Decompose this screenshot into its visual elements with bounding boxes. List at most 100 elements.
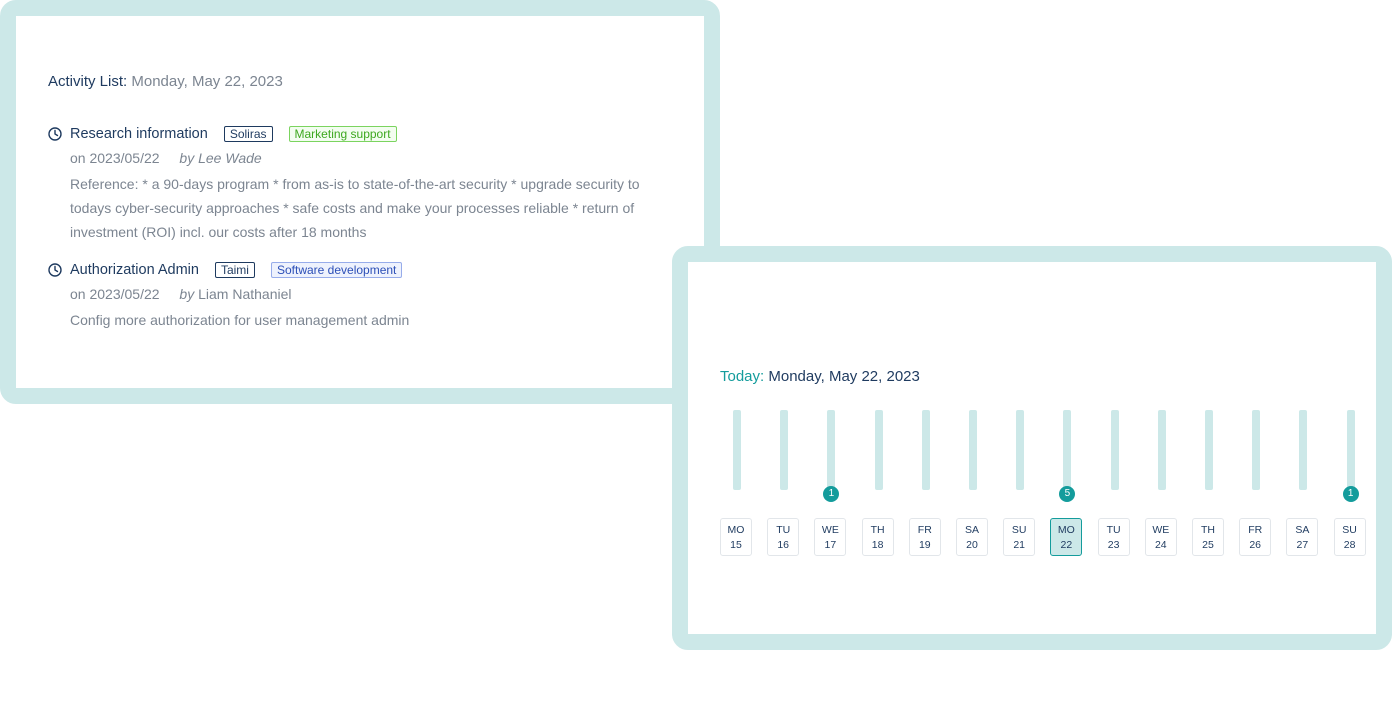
day-number: 23: [1107, 539, 1120, 551]
activity-count-badge: 1: [823, 486, 840, 502]
day-column[interactable]: TU 23: [1097, 408, 1132, 558]
day-chip[interactable]: SA 20: [956, 518, 988, 556]
day-activity-bar: [1016, 410, 1025, 490]
day-abbr: TH: [870, 524, 885, 536]
activity-list-date: Monday, May 22, 2023: [131, 73, 283, 90]
activity-title[interactable]: Authorization Admin: [70, 262, 199, 278]
day-column[interactable]: TU 16: [767, 408, 801, 558]
day-abbr: SU: [1011, 524, 1027, 536]
day-activity-bar: [1205, 410, 1213, 490]
day-chip[interactable]: TU 16: [767, 518, 800, 556]
category-tag[interactable]: Marketing support: [288, 126, 397, 142]
day-number: 17: [824, 539, 837, 551]
clock-icon: [48, 127, 62, 141]
day-column[interactable]: SA 20: [956, 408, 990, 558]
day-abbr: TU: [1106, 524, 1121, 536]
day-number: 28: [1343, 539, 1356, 551]
day-abbr: FR: [1248, 524, 1263, 536]
day-activity-bar: [827, 410, 836, 490]
activity-meta: on 2023/05/22 by Lee Wade: [70, 148, 688, 168]
day-abbr: WE: [821, 524, 839, 536]
day-number: 22: [1060, 539, 1073, 551]
day-abbr: TH: [1201, 524, 1215, 536]
day-activity-bar: [1252, 410, 1261, 490]
activity-list-title: Activity List: Monday, May 22, 2023: [48, 73, 283, 90]
day-activity-bar: [1157, 410, 1166, 490]
day-number: 20: [966, 539, 978, 551]
activity-description: Reference: * a 90-days program * from as…: [70, 176, 640, 240]
day-column[interactable]: WE 24: [1144, 408, 1179, 558]
person-tag[interactable]: Taimi: [214, 262, 255, 278]
day-activity-bar: [969, 410, 977, 490]
day-abbr: WE: [1152, 524, 1170, 536]
day-column[interactable]: SA 27: [1286, 408, 1320, 558]
activity-item[interactable]: Authorization Admin Taimi Software devel…: [48, 260, 688, 332]
activity-date: on 2023/05/22: [70, 150, 160, 166]
author-name: Lee Wade: [198, 150, 262, 166]
day-activity-bar: [733, 410, 741, 490]
day-chip[interactable]: MO 22: [1050, 518, 1083, 556]
day-chip[interactable]: FR 19: [908, 518, 941, 556]
by-label: by: [179, 150, 195, 166]
day-activity-bar: [780, 410, 789, 490]
activity-date: on 2023/05/22: [70, 286, 160, 302]
day-chip[interactable]: SA 27: [1286, 518, 1319, 556]
day-column[interactable]: MO 15: [720, 408, 754, 558]
day-chip[interactable]: SU 28: [1333, 518, 1366, 556]
day-chip[interactable]: FR 26: [1239, 518, 1272, 556]
activity-item[interactable]: Research information Soliras Marketing s…: [48, 124, 688, 244]
person-tag[interactable]: Soliras: [223, 126, 273, 142]
day-column[interactable]: 1 WE 17: [814, 408, 848, 558]
category-tag[interactable]: Software development: [270, 262, 403, 278]
day-number: 24: [1154, 539, 1167, 551]
day-column[interactable]: TH 18: [861, 408, 896, 558]
day-activity-bar: [921, 410, 930, 490]
by-label: by: [179, 286, 195, 302]
activity-author: by Lee Wade: [179, 150, 261, 166]
day-number: 16: [777, 539, 790, 551]
calendar-card: Today: Monday, May 22, 2023 MO 15 TU 16 1 WE 1…: [672, 246, 1392, 650]
day-activity-bar: [1346, 410, 1355, 490]
activity-meta: on 2023/05/22 by Liam Nathaniel: [70, 284, 688, 304]
day-strip: MO 15 TU 16 1 WE 17 TH 18 FR 19 SA 20 SU 21 5 MO 22 TU 23 WE…: [720, 408, 1376, 558]
day-number: 25: [1202, 539, 1214, 551]
day-number: 27: [1296, 539, 1309, 551]
day-abbr: SU: [1342, 524, 1357, 536]
clock-icon: [48, 263, 62, 277]
activity-count-badge: 1: [1342, 486, 1359, 502]
day-column[interactable]: FR 26: [1239, 408, 1273, 558]
day-column[interactable]: 5 MO 22: [1050, 408, 1084, 558]
day-activity-bar: [874, 410, 883, 490]
day-chip[interactable]: TU 23: [1097, 518, 1130, 556]
day-activity-bar: [1063, 410, 1072, 490]
day-activity-bar: [1110, 410, 1119, 490]
author-name: Liam Nathaniel: [198, 286, 292, 302]
day-chip[interactable]: WE 17: [814, 518, 847, 556]
day-column[interactable]: 1 SU 28: [1333, 408, 1368, 558]
today-heading: Today: Monday, May 22, 2023: [720, 368, 920, 385]
activity-count-badge: 5: [1059, 486, 1076, 502]
day-abbr: FR: [917, 524, 932, 536]
day-column[interactable]: SU 21: [1003, 408, 1037, 558]
activity-title[interactable]: Research information: [70, 126, 208, 142]
day-chip[interactable]: TH 18: [861, 518, 894, 556]
day-column[interactable]: FR 19: [908, 408, 943, 558]
day-chip[interactable]: MO 15: [720, 518, 752, 556]
day-number: 21: [1013, 539, 1026, 551]
day-chip[interactable]: TH 25: [1192, 518, 1224, 556]
activity-author: by Liam Nathaniel: [179, 286, 291, 302]
day-abbr: SA: [964, 524, 979, 536]
activity-list-card: Activity List: Monday, May 22, 2023 Rese…: [0, 0, 720, 404]
day-number: 18: [871, 539, 884, 551]
day-number: 19: [918, 539, 931, 551]
day-abbr: MO: [727, 524, 745, 536]
today-label: Today:: [720, 368, 765, 385]
day-abbr: TU: [776, 524, 791, 536]
activity-list-label: Activity List:: [48, 73, 128, 90]
day-chip[interactable]: SU 21: [1003, 518, 1036, 556]
day-number: 26: [1249, 539, 1262, 551]
day-chip[interactable]: WE 24: [1144, 518, 1177, 556]
day-number: 15: [730, 539, 742, 551]
day-column[interactable]: TH 25: [1192, 408, 1226, 558]
activity-description: Config more authorization for user manag…: [70, 312, 410, 328]
